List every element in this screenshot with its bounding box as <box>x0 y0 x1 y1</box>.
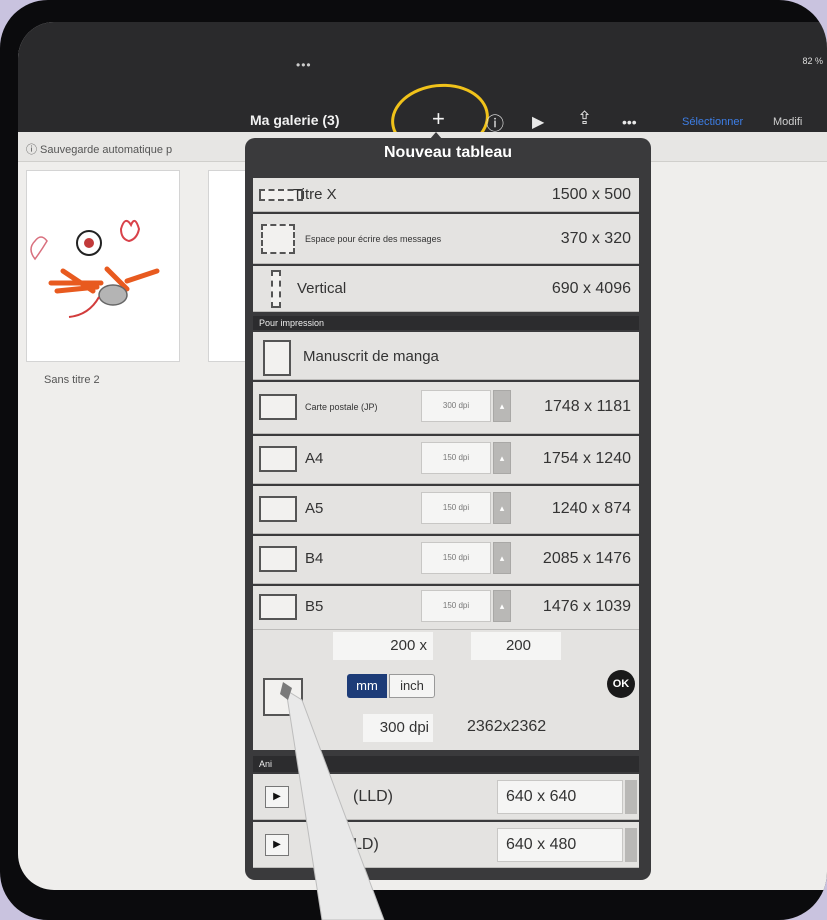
height-input[interactable]: 200 <box>471 632 561 660</box>
print-label: Manuscrit de manga <box>303 348 439 365</box>
anim-row-1[interactable]: ▶ (LLD) 640 x 640 <box>253 774 639 820</box>
square-canvas-icon <box>261 224 295 254</box>
anim-label: (LLD) <box>353 788 394 805</box>
anim-label: LD) <box>353 836 379 853</box>
preset-label: Vertical <box>297 280 347 297</box>
dpi-stepper[interactable]: ▴ <box>493 390 511 422</box>
dpi-stepper[interactable]: ▴ <box>493 590 511 622</box>
anim-size-field[interactable]: 640 x 480 <box>497 828 623 862</box>
preset-size: 690 x 4096 <box>551 280 631 297</box>
ipad-frame: ••• 82 % Ma galerie (3) + ⓘ ▶ ⇪ ••• Séle… <box>0 0 827 920</box>
print-row-a5[interactable]: A5 150 dpi ▴ 1240 x 874 <box>253 486 639 534</box>
landscape-canvas-icon <box>259 394 297 420</box>
unit-inch-toggle[interactable]: inch <box>389 674 435 698</box>
battery-status: 82 % <box>802 56 823 66</box>
print-row-manga[interactable]: Manuscrit de manga <box>253 332 639 380</box>
play-icon[interactable]: ▶ <box>532 112 544 132</box>
anim-row-2[interactable]: ▶ LD) 640 x 480 <box>253 822 639 868</box>
preset-row-vertical[interactable]: Vertical 690 x 4096 <box>253 266 639 312</box>
tall-canvas-icon <box>271 270 281 308</box>
print-size: 1476 x 1039 <box>542 598 631 615</box>
status-bar: ••• 82 % <box>18 22 827 80</box>
preset-label: Titre X <box>293 186 337 203</box>
preset-size: 1500 x 500 <box>551 186 631 203</box>
dpi-field[interactable]: 150 dpi <box>421 442 491 474</box>
select-button[interactable]: Sélectionner <box>682 116 743 128</box>
print-size: 2085 x 1476 <box>542 550 631 567</box>
portrait-canvas-icon <box>263 340 291 376</box>
anim-stepper[interactable] <box>625 780 637 814</box>
custom-dpi-input[interactable]: 300 dpi <box>363 714 433 742</box>
print-label: Carte postale (JP) <box>305 402 378 412</box>
custom-pixel-size: 2362x2362 <box>467 718 547 735</box>
dpi-field[interactable]: 150 dpi <box>421 590 491 622</box>
ok-button[interactable]: OK <box>607 670 635 698</box>
play-icon[interactable]: ▶ <box>265 786 289 808</box>
thumbnail-title: Sans titre 2 <box>44 374 100 386</box>
dpi-field[interactable]: 150 dpi <box>421 542 491 574</box>
print-row-a4[interactable]: A4 150 dpi ▴ 1754 x 1240 <box>253 436 639 484</box>
print-label: A5 <box>305 500 324 517</box>
dpi-stepper[interactable]: ▴ <box>493 442 511 474</box>
play-icon[interactable]: ▶ <box>265 834 289 856</box>
share-icon[interactable]: ⇪ <box>577 108 592 129</box>
print-label: B4 <box>305 550 324 567</box>
custom-canvas-icon <box>263 678 303 716</box>
preset-row-titre-x[interactable]: Titre X 1500 x 500 <box>253 178 639 212</box>
custom-size-panel: 200 x 200 mm inch OK 300 dpi 2362x2362 <box>253 630 639 750</box>
print-row-postcard[interactable]: Carte postale (JP) 300 dpi ▴ 1748 x 1181 <box>253 382 639 434</box>
dpi-stepper[interactable]: ▴ <box>493 492 511 524</box>
new-canvas-popover: Nouveau tableau Titre X 1500 x 500 Espac… <box>245 138 651 880</box>
dpi-stepper[interactable]: ▴ <box>493 542 511 574</box>
flower-drawing-image <box>30 219 160 318</box>
unit-mm-toggle[interactable]: mm <box>347 674 387 698</box>
anim-size-field[interactable]: 640 x 640 <box>497 780 623 814</box>
print-label: B5 <box>305 598 324 615</box>
multitask-dots-icon[interactable]: ••• <box>296 58 312 72</box>
anim-stepper[interactable] <box>625 828 637 862</box>
landscape-canvas-icon <box>259 594 297 620</box>
gallery-title: Ma galerie (3) <box>250 112 340 128</box>
autosave-text: ⓘ Sauvegarde automatique p <box>26 144 173 156</box>
print-section-header: Pour impression <box>253 316 639 330</box>
dpi-field[interactable]: 150 dpi <box>421 492 491 524</box>
animation-section-header: Ani <box>253 756 639 772</box>
popover-title: Nouveau tableau <box>383 144 513 161</box>
landscape-canvas-icon <box>259 546 297 572</box>
print-row-b5[interactable]: B5 150 dpi ▴ 1476 x 1039 <box>253 586 639 630</box>
artwork-thumbnail[interactable] <box>26 170 180 362</box>
preset-size: 370 x 320 <box>560 230 631 247</box>
width-input[interactable]: 200 x <box>333 632 433 660</box>
landscape-canvas-icon <box>259 446 297 472</box>
preset-label: Espace pour écrire des messages <box>305 234 442 244</box>
print-label: A4 <box>305 450 324 467</box>
print-size: 1240 x 874 <box>551 500 631 517</box>
print-size: 1748 x 1181 <box>544 398 631 415</box>
dpi-field[interactable]: 300 dpi <box>421 390 491 422</box>
print-row-b4[interactable]: B4 150 dpi ▴ 2085 x 1476 <box>253 536 639 584</box>
more-options-icon[interactable]: ••• <box>622 114 637 130</box>
print-size: 1754 x 1240 <box>542 450 631 467</box>
modify-button[interactable]: Modifi <box>773 116 802 128</box>
landscape-canvas-icon <box>259 496 297 522</box>
preset-row-message-space[interactable]: Espace pour écrire des messages 370 x 32… <box>253 214 639 264</box>
